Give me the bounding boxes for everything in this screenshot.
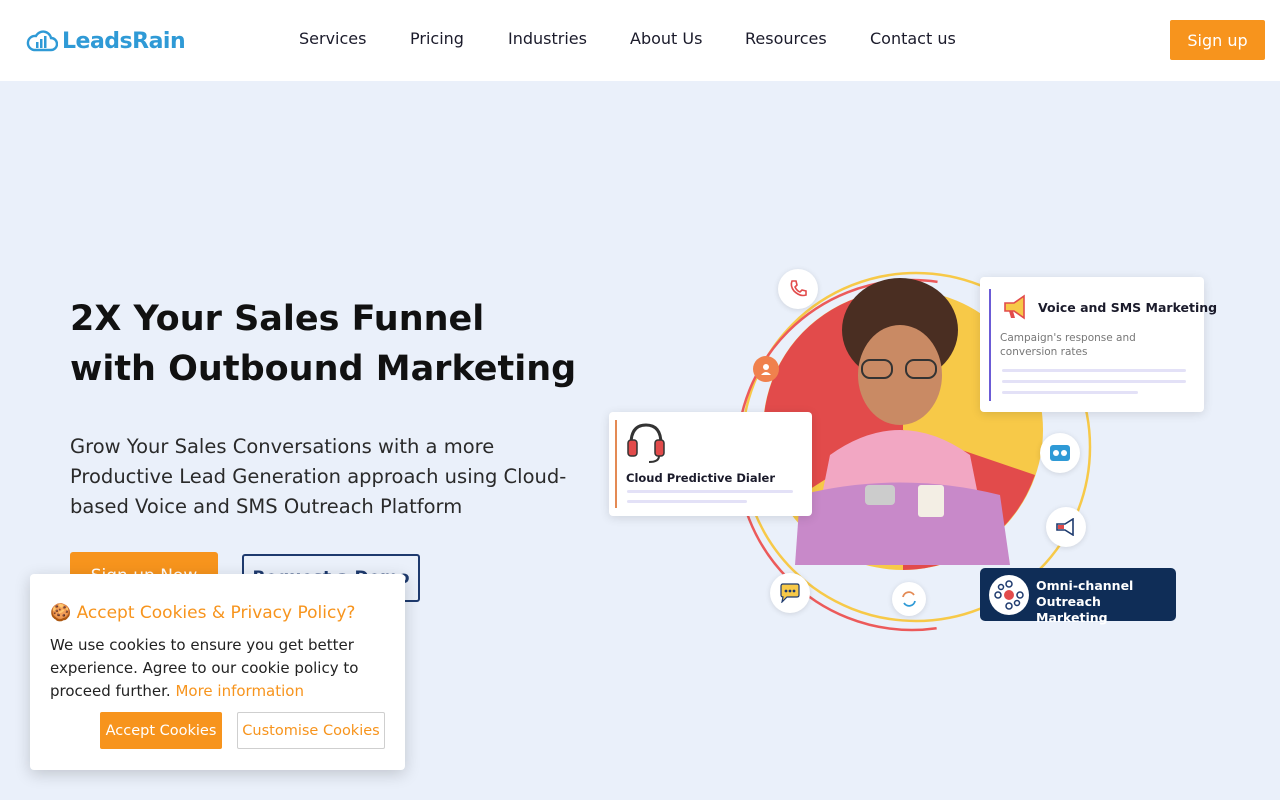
omni-channel-card: Omni-channel Outreach Marketing	[980, 568, 1176, 625]
customise-cookies-button[interactable]: Customise Cookies	[237, 712, 385, 749]
phone-icon	[778, 269, 818, 309]
nav-item-pricing[interactable]: Pricing	[410, 29, 464, 48]
hero-title-line2: with Outbound Marketing	[70, 349, 577, 389]
predictive-dialer-card: Cloud Predictive Dialer	[609, 412, 812, 516]
main-nav: Services Pricing Industries About Us Res…	[0, 29, 1280, 51]
nav-item-about-us[interactable]: About Us	[630, 29, 702, 48]
placeholder-line	[1002, 380, 1186, 383]
face	[858, 325, 942, 425]
megaphone-icon	[1004, 294, 1025, 320]
hero-illustration: Voice and SMS Marketing Campaign's respo…	[600, 255, 1220, 645]
network-icon	[989, 575, 1029, 615]
placeholder-line	[1002, 369, 1186, 372]
placeholder-line	[627, 490, 793, 493]
chat-icon	[770, 573, 810, 613]
more-information-link[interactable]: More information	[175, 682, 304, 700]
voice-card-desc: Campaign's response and conversion rates	[1000, 332, 1136, 358]
nav-item-services[interactable]: Services	[299, 29, 366, 48]
voicemail-icon	[1040, 433, 1080, 473]
hero-subtitle: Grow Your Sales Conversations with a mor…	[70, 435, 567, 518]
nav-item-contact-us[interactable]: Contact us	[870, 29, 956, 48]
user-icon	[753, 356, 779, 382]
sync-icon	[892, 582, 926, 616]
placeholder-line	[627, 500, 747, 503]
cookie-title: 🍪 Accept Cookies & Privacy Policy?	[50, 603, 356, 623]
cookie-text: We use cookies to ensure you get better …	[50, 634, 390, 703]
hero-title-line1: 2X Your Sales Funnel	[70, 299, 485, 339]
site-header: LeadsRain Services Pricing Industries Ab…	[0, 0, 1280, 81]
dialer-card-title: Cloud Predictive Dialer	[626, 471, 775, 485]
headset-icon	[627, 423, 665, 463]
header-signup-button[interactable]: Sign up	[1170, 20, 1265, 60]
voice-sms-card: Voice and SMS Marketing Campaign's respo…	[980, 277, 1217, 412]
card-accent-bar	[615, 420, 617, 508]
sweater	[795, 482, 1010, 565]
cookie-consent-dialog: 🍪 Accept Cookies & Privacy Policy? We us…	[30, 574, 405, 770]
card-accent-bar	[989, 289, 991, 401]
hero-title: 2X Your Sales Funnel with Outbound Marke…	[70, 294, 590, 394]
megaphone-icon	[1046, 507, 1086, 547]
accept-cookies-button[interactable]: Accept Cookies	[100, 712, 222, 749]
omni-card-title: Omni-channel Outreach Marketing	[1036, 578, 1134, 625]
voice-card-title: Voice and SMS Marketing	[1038, 300, 1218, 315]
nav-item-industries[interactable]: Industries	[508, 29, 587, 48]
placeholder-line	[1002, 391, 1138, 394]
nav-item-resources[interactable]: Resources	[745, 29, 827, 48]
